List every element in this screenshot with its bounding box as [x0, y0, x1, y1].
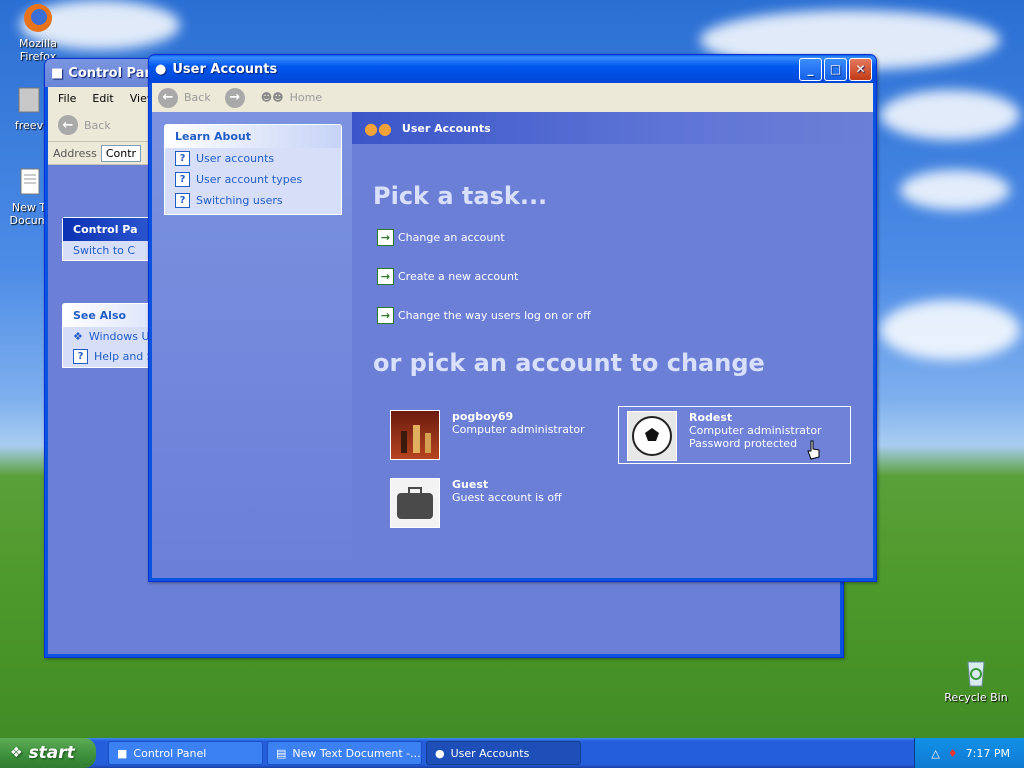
pick-an-account-heading: or pick an account to change — [373, 349, 765, 377]
create-a-new-account-link[interactable]: → Create a new account — [377, 268, 518, 285]
text-document-icon — [13, 166, 45, 198]
account-type: Computer administrator — [689, 424, 822, 437]
hand-cursor-icon — [807, 440, 821, 463]
users-home-icon: ☻☻ — [260, 91, 284, 104]
chess-pieces-avatar — [390, 410, 440, 460]
green-arrow-icon: → — [377, 268, 394, 285]
green-arrow-icon: → — [377, 229, 394, 246]
briefcase-avatar — [390, 478, 440, 528]
help-icon: ? — [73, 349, 88, 364]
learn-user-account-types-link[interactable]: ? User account types — [165, 169, 341, 190]
user-accounts-header: ●● User Accounts — [352, 112, 873, 144]
security-shield-icon[interactable]: ♦ — [948, 747, 958, 760]
clock[interactable]: 7:17 PM — [966, 747, 1010, 760]
recycle-bin-icon — [960, 656, 992, 688]
taskbar-item-new-text-document[interactable]: ▤ New Text Document -... — [267, 741, 422, 765]
menu-file[interactable]: File — [58, 92, 76, 105]
change-logon-logoff-link[interactable]: → Change the way users log on or off — [377, 307, 591, 324]
desktop-icon-firefox[interactable]: Mozilla Firefox — [0, 2, 76, 63]
desktop-icon-label: freev — [14, 119, 44, 132]
help-icon: ? — [175, 193, 190, 208]
back-arrow-icon[interactable]: ← — [58, 115, 78, 135]
taskbar-item-user-accounts[interactable]: ● User Accounts — [426, 741, 581, 765]
close-button[interactable]: ✕ — [849, 57, 872, 81]
help-icon: ? — [175, 172, 190, 187]
help-icon: ? — [175, 151, 190, 166]
account-name: Rodest — [689, 411, 733, 424]
user-accounts-title-icon: ● — [155, 61, 167, 77]
control-panel-back-button[interactable]: Back — [84, 119, 111, 132]
home-button[interactable]: Home — [290, 91, 322, 104]
green-arrow-icon: → — [377, 307, 394, 324]
address-field[interactable]: Contr — [100, 144, 142, 162]
taskbar-item-control-panel[interactable]: ■ Control Panel — [108, 741, 263, 765]
back-arrow-icon[interactable]: ← — [158, 87, 178, 108]
pick-a-task-heading: Pick a task... — [373, 182, 548, 210]
learn-about-box: Learn About ? User accounts ? User account… — [164, 124, 342, 215]
minimize-button[interactable]: _ — [799, 57, 822, 81]
control-panel-icon: ■ — [51, 65, 64, 81]
firefox-icon — [22, 2, 54, 34]
user-accounts-icon: ● — [435, 746, 445, 760]
desktop-icon-label: New T Docum — [9, 201, 49, 227]
change-an-account-link[interactable]: → Change an account — [377, 229, 505, 246]
back-button[interactable]: Back — [184, 91, 211, 104]
learn-switching-users-link[interactable]: ? Switching users — [165, 190, 341, 214]
network-icon[interactable]: △ — [931, 747, 939, 760]
learn-user-accounts-link[interactable]: ? User accounts — [165, 148, 341, 169]
account-type: Computer administrator — [452, 423, 585, 436]
taskbar: ❖ start ■ Control Panel ▤ New Text Documen… — [0, 738, 1024, 768]
address-label: Address — [53, 146, 97, 160]
account-status: Guest account is off — [452, 491, 562, 504]
user-accounts-window[interactable]: ● User Accounts _ □ ✕ ← Back → ☻☻ Home L… — [148, 54, 877, 582]
shortcut-icon — [13, 84, 45, 116]
account-guest[interactable]: Guest Guest account is off — [390, 478, 562, 528]
user-accounts-header-icon: ●● — [364, 118, 392, 138]
text-document-icon: ▤ — [276, 746, 287, 760]
account-name: pogboy69 — [452, 410, 514, 423]
start-button[interactable]: ❖ start — [0, 738, 96, 768]
system-tray: △ ♦ 7:17 PM — [914, 738, 1024, 768]
control-panel-icon: ■ — [117, 746, 128, 760]
user-accounts-toolbar: ← Back → ☻☻ Home — [152, 83, 873, 113]
user-accounts-title: User Accounts — [172, 61, 278, 77]
menu-edit[interactable]: Edit — [92, 92, 113, 105]
maximize-button[interactable]: □ — [824, 57, 847, 81]
learn-about-header: Learn About — [165, 125, 341, 148]
user-accounts-titlebar[interactable]: ● User Accounts _ □ ✕ — [149, 55, 876, 83]
desktop-icon-recycle-bin[interactable]: Recycle Bin — [938, 656, 1014, 704]
windows-logo-icon: ❖ — [73, 330, 83, 343]
forward-arrow-icon[interactable]: → — [224, 87, 245, 108]
account-name: Guest — [452, 478, 489, 491]
desktop-icon-label: Recycle Bin — [944, 691, 1008, 704]
account-password-status: Password protected — [689, 437, 798, 450]
soccer-ball-avatar — [627, 411, 677, 461]
windows-flag-icon: ❖ — [10, 745, 23, 761]
account-pogboy69[interactable]: pogboy69 Computer administrator — [390, 410, 585, 460]
